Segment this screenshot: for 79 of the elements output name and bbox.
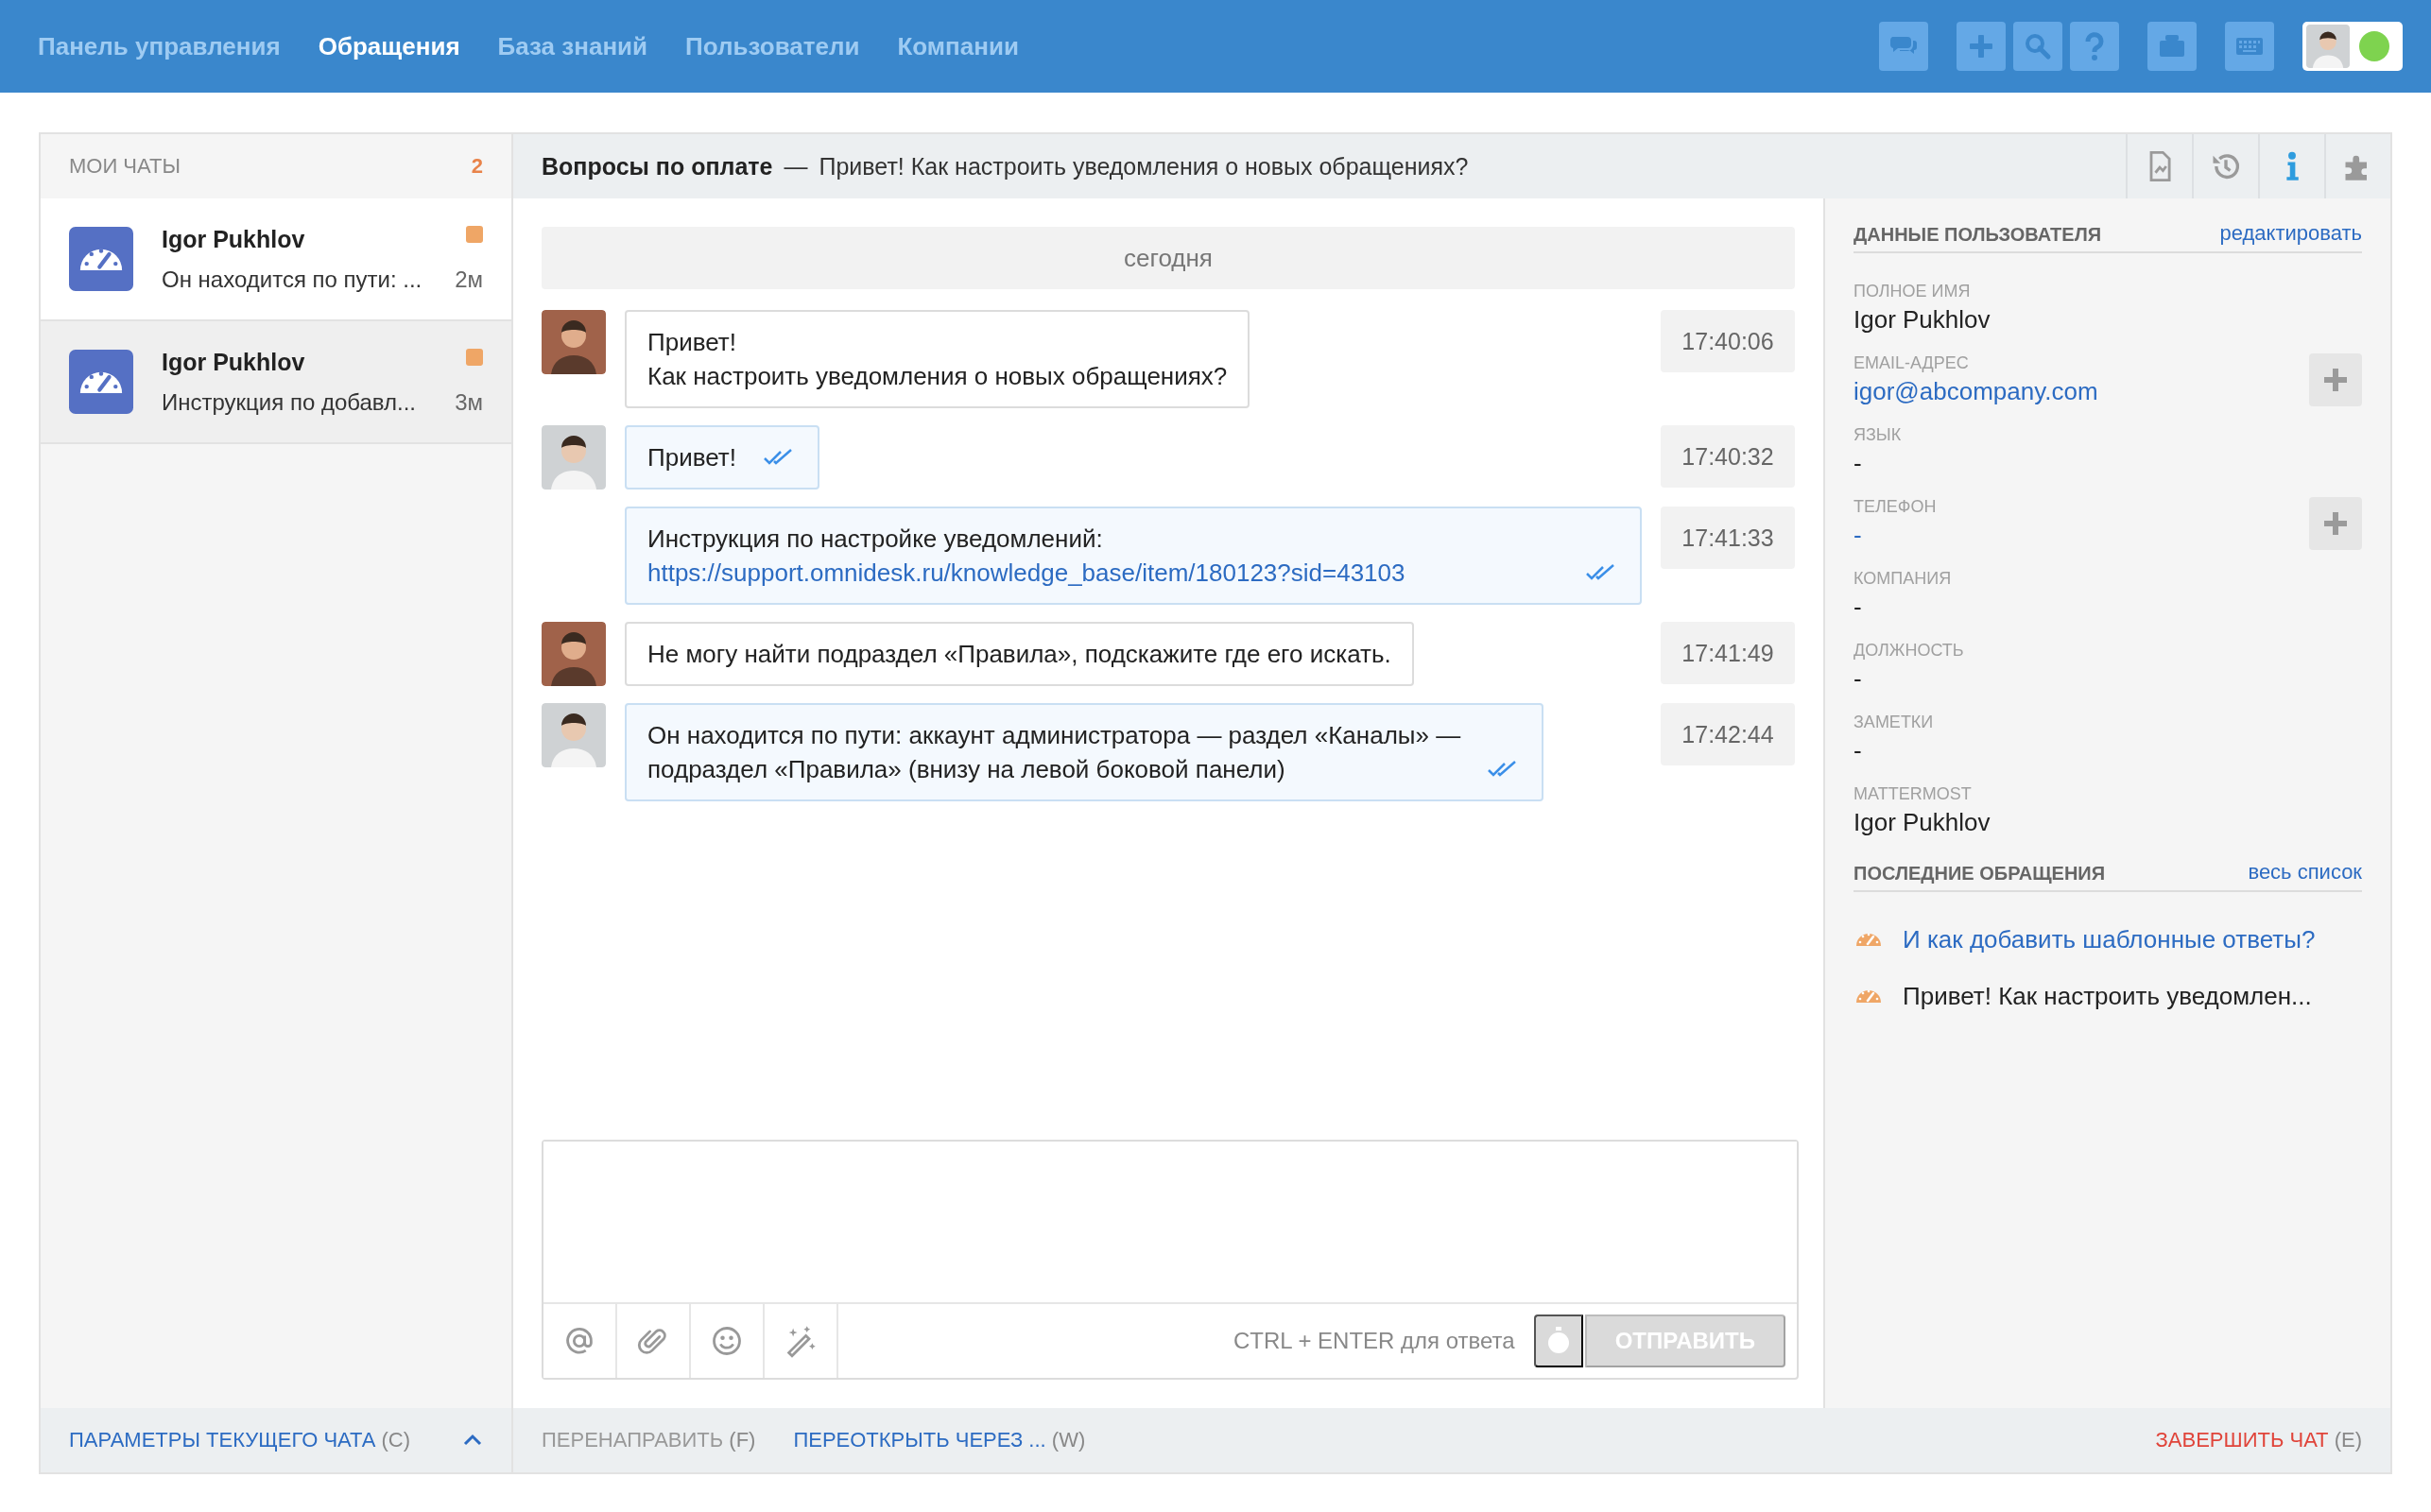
section-title: ДАННЫЕ ПОЛЬЗОВАТЕЛЯ [1853,224,2102,246]
edit-link[interactable]: редактировать [2219,221,2362,246]
avatar [542,703,606,767]
all-list-link[interactable]: весь список [2248,860,2362,885]
toolbar-button[interactable] [1879,22,1928,71]
plus-icon [2323,511,2348,536]
avatar [542,622,606,686]
message-link[interactable]: https://support.omnidesk.ru/knowledge_base/item/180123?sid=43103 [647,556,1559,590]
avatar [542,425,606,490]
caret-icon[interactable] [462,1434,483,1447]
message-preview: Он находится по пути: ... [162,266,423,293]
gauge-icon [69,350,133,414]
field-value: Igor Pukhlov [1853,808,1991,837]
chat-title: Привет! Как настроить уведомления о новых обращениях? [819,152,1469,180]
message-text: Инструкция по настройке уведомлений: [647,524,1104,555]
message-text: Он находится по пути: аккаунт администратора — раздел «Каналы» — [647,720,1461,751]
field-label: ЯЗЫК [1853,425,1903,445]
shortcut-hint: CTRL + ENTER для ответа [1233,1328,1515,1354]
chat-subject: Вопросы по оплате [542,152,773,180]
contact-name: Igor Pukhlov [162,348,306,376]
message-time: 17:40:32 [1661,425,1795,488]
timer-button[interactable] [1533,1314,1583,1367]
add-button[interactable] [2309,497,2362,550]
message-text: Привет! [647,442,736,473]
message-age: 2м [455,266,483,293]
field-label: ТЕЛЕФОН [1853,497,1938,517]
toolbar-button[interactable] [2013,22,2062,71]
search-icon [2023,31,2053,61]
toolbar-button[interactable] [2225,22,2274,71]
footer-action-button[interactable]: ПЕРЕОТКРЫТЬ ЧЕРЕЗ ... (W) [793,1428,1086,1452]
add-button[interactable] [2309,353,2362,406]
profile-button[interactable] [2302,22,2403,71]
field-label: КОМПАНИЯ [1853,569,1953,589]
message-text: подраздел «Правила» (внизу на левой боковой панели) [647,754,1286,785]
field-value: - [1853,593,1863,622]
stopwatch-icon [1545,1327,1571,1355]
status-square [466,225,483,243]
chat-list-item[interactable]: Igor Pukhlov Он находится по пути: ... 2м [41,198,511,321]
message-time: 17:41:33 [1661,507,1795,569]
gauge-icon [69,227,133,291]
recent-request-link[interactable]: И как добавить шаблонные ответы? [1903,924,2316,954]
section-title: ПОСЛЕДНИЕ ОБРАЩЕНИЯ [1853,863,2106,885]
separator-dash: — [784,152,808,180]
chat-count: 2 [471,154,483,179]
avatar [542,310,606,374]
nav-tab[interactable]: Обращения [318,31,460,61]
emoji-icon [710,1324,744,1358]
message-time: 17:42:44 [1661,703,1795,765]
toolbar-button[interactable] [2070,22,2119,71]
composer-tool-button[interactable] [543,1304,617,1378]
field-label: ДОЛЖНОСТЬ [1853,641,1965,661]
field-label: MATTERMOST [1853,784,1973,804]
message-age: 3м [455,388,483,416]
message-text: Привет! [647,327,737,358]
toolbar-button[interactable] [2147,22,2197,71]
message-text: Не могу найти подраздел «Правила», подскажите где его искать. [647,639,1391,670]
field-value: Igor Pukhlov [1853,305,1991,335]
chat-list-item[interactable]: Igor Pukhlov Инструкция по добавл... 3м [41,321,511,444]
field-value[interactable]: igor@abcompany.com [1853,377,2309,406]
field-label: EMAIL-АДРЕС [1853,353,1970,373]
footer-action-button[interactable]: ЗАВЕРШИТЬ ЧАТ (E) [2155,1428,2362,1452]
plus-icon [2323,368,2348,392]
recent-request-link[interactable]: Привет! Как настроить уведомлен... [1903,981,2312,1011]
message-time: 17:40:06 [1661,310,1795,372]
contact-name: Igor Pukhlov [162,225,306,253]
toolbar-button[interactable] [1957,22,2006,71]
message-time: 17:41:49 [1661,622,1795,684]
field-value: - [1853,664,1863,694]
field-value[interactable]: - [1853,521,2309,550]
panel-title: МОИ ЧАТЫ [69,154,181,179]
message-preview: Инструкция по добавл... [162,388,417,416]
message-text: Как настроить уведомления о новых обращениях? [647,361,1228,392]
field-value: - [1853,449,1863,478]
status-square [466,348,483,366]
field-label: ЗАМЕТКИ [1853,713,1935,732]
avatar [2306,25,2350,68]
date-separator: сегодня [542,227,1795,289]
field-value: - [1853,736,1863,765]
field-label: ПОЛНОЕ ИМЯ [1853,282,1972,301]
